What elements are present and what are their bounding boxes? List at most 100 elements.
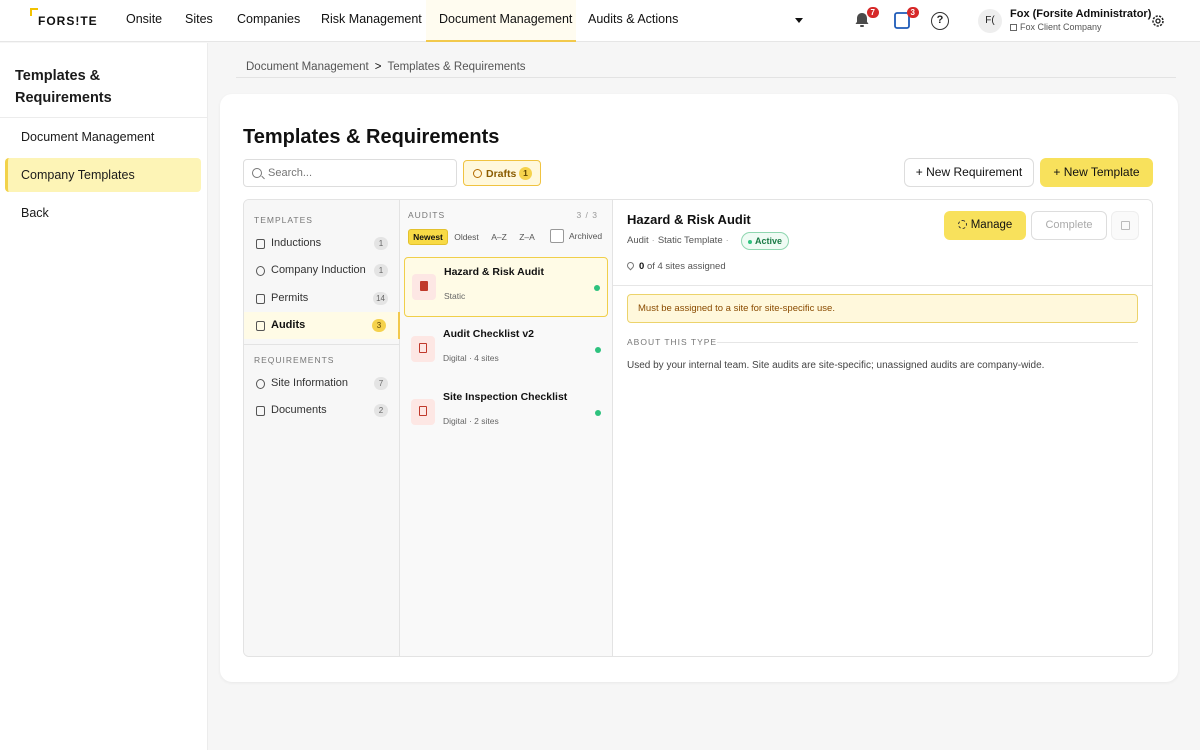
audit-list-item[interactable]: Audit Checklist v2 Digital · 4 sites	[404, 320, 608, 380]
category-permits[interactable]: Permits 14	[244, 285, 400, 312]
logo-bracket-icon	[30, 8, 38, 16]
breadcrumb: Document Management > Templates & Requirem…	[246, 61, 526, 73]
category-count: 2	[374, 404, 388, 417]
category-label: Site Information	[271, 377, 349, 389]
page-title: Templates & Requirements	[243, 126, 500, 148]
sort-az-button[interactable]: A–Z	[487, 229, 511, 245]
new-requirement-button[interactable]: + New Requirement	[904, 158, 1034, 187]
status-label: Active	[755, 236, 783, 246]
search-input[interactable]	[268, 164, 448, 182]
help-button[interactable]: ?	[931, 12, 953, 34]
assigned-text: of 4 sites assigned	[646, 261, 726, 272]
archived-label: Archived	[569, 231, 603, 241]
notifications-button[interactable]: 7	[852, 7, 879, 32]
category-label: Audits	[271, 319, 306, 331]
audit-list-item[interactable]: Hazard & Risk Audit Static	[404, 257, 608, 317]
users-icon	[256, 266, 265, 276]
category-site-information[interactable]: Site Information 7	[244, 370, 400, 397]
notifications-badge: 7	[866, 7, 879, 18]
breadcrumb-parent[interactable]: Document Management	[246, 61, 369, 73]
top-nav: FORS!TE Onsite Sites Companies Risk Mana…	[0, 0, 1200, 42]
category-inductions[interactable]: Inductions 1	[244, 230, 400, 257]
archived-checkbox[interactable]	[550, 229, 564, 243]
category-documents[interactable]: Documents 2	[244, 397, 400, 424]
manage-label: Manage	[970, 219, 1013, 231]
category-divider	[244, 344, 400, 345]
detail-title: Hazard & Risk Audit	[627, 212, 751, 227]
detail-meta: Audit · Static Template ·	[627, 235, 732, 246]
sidebar-item-back[interactable]: Back	[5, 196, 201, 230]
breadcrumb-current: Templates & Requirements	[387, 61, 526, 73]
settings-gear-icon[interactable]	[1150, 13, 1166, 29]
detail-column: Hazard & Risk Audit Audit · Static Templat…	[613, 200, 1152, 656]
user-company: Fox Client Company	[1010, 22, 1102, 32]
category-company-induction[interactable]: Company Induction 1	[244, 257, 400, 284]
manage-button[interactable]: Manage	[944, 211, 1026, 240]
sidebar-item-company-templates[interactable]: Company Templates	[5, 158, 201, 192]
warning-banner: Must be assigned to a site for site-spec…	[627, 294, 1138, 323]
forsite-logo[interactable]: FORS!TE	[30, 8, 100, 32]
audit-subtitle: Static	[444, 291, 466, 301]
sidebar-item-document-management[interactable]: Document Management	[5, 120, 201, 154]
about-section-label: ABOUT THIS TYPE	[627, 337, 718, 347]
drafts-count-badge: 1	[519, 167, 532, 180]
category-label: Inductions	[271, 237, 322, 249]
category-column: TEMPLATES Inductions 1 Company Induction…	[244, 200, 400, 656]
sort-newest-button[interactable]: Newest	[408, 229, 448, 245]
audit-title: Audit Checklist v2	[443, 328, 535, 340]
assigned-sites: 0 of 4 sites assigned	[625, 260, 726, 272]
nav-item-document-management[interactable]: Document Management	[439, 12, 572, 26]
audit-subtitle: Digital · 4 sites	[443, 353, 499, 363]
nav-item-companies[interactable]: Companies	[237, 12, 300, 26]
nav-item-onsite[interactable]: Onsite	[126, 12, 162, 26]
templates-section-label: TEMPLATES	[254, 215, 313, 225]
sort-za-button[interactable]: Z–A	[515, 229, 539, 245]
sidebar-title: Templates & Requirements	[15, 68, 112, 106]
templates-panel: TEMPLATES Inductions 1 Company Induction…	[243, 199, 1153, 657]
nav-item-risk-management[interactable]: Risk Management	[321, 12, 422, 26]
complete-button[interactable]: Complete	[1031, 211, 1107, 240]
nav-item-sites[interactable]: Sites	[185, 12, 213, 26]
clock-icon	[473, 169, 482, 178]
nav-item-audits-actions[interactable]: Audits & Actions	[588, 12, 678, 26]
category-label: Permits	[271, 292, 309, 304]
gear-icon	[957, 220, 967, 229]
drafts-button[interactable]: Drafts 1	[463, 160, 541, 186]
map-pin-icon	[625, 260, 636, 271]
sort-oldest-button[interactable]: Oldest	[450, 229, 483, 245]
status-dot	[594, 285, 600, 291]
detail-divider	[613, 285, 1152, 286]
avatar[interactable]: F(	[978, 9, 1002, 33]
file-icon	[256, 294, 265, 304]
status-dot	[595, 410, 601, 416]
audits-count: 3 / 3	[576, 210, 598, 220]
meta-separator: ·	[725, 235, 729, 246]
requirements-section-label: REQUIREMENTS	[254, 355, 335, 365]
category-count: 1	[374, 237, 388, 250]
new-template-button[interactable]: + New Template	[1040, 158, 1153, 187]
nav-more-chevron-down-icon[interactable]	[795, 18, 803, 23]
pdf-file-icon	[412, 274, 436, 300]
category-audits[interactable]: Audits 3	[244, 312, 400, 339]
home-icon	[1010, 24, 1017, 31]
user-name[interactable]: Fox (Forsite Administrator)	[1010, 8, 1151, 20]
assigned-count: 0	[639, 261, 645, 272]
category-count: 3	[372, 319, 386, 332]
status-dot	[595, 347, 601, 353]
info-icon	[256, 379, 265, 389]
audits-label: AUDITS	[408, 210, 446, 220]
form-file-icon	[411, 336, 435, 362]
breadcrumb-divider	[236, 77, 1176, 78]
open-external-button[interactable]	[1111, 211, 1139, 240]
audit-list-item[interactable]: Site Inspection Checklist Digital · 2 si…	[404, 383, 608, 443]
nav-active-underline	[426, 40, 576, 42]
audit-title: Hazard & Risk Audit	[444, 266, 544, 278]
tasks-badge: 3	[906, 7, 919, 18]
clipboard-icon	[256, 239, 265, 249]
logo-text: FORS!TE	[38, 14, 98, 28]
search-field[interactable]	[243, 159, 457, 187]
category-count: 1	[374, 264, 388, 277]
audit-subtitle: Digital · 2 sites	[443, 416, 499, 426]
tasks-button[interactable]: 3	[892, 7, 919, 32]
meta-separator: ·	[651, 235, 655, 246]
